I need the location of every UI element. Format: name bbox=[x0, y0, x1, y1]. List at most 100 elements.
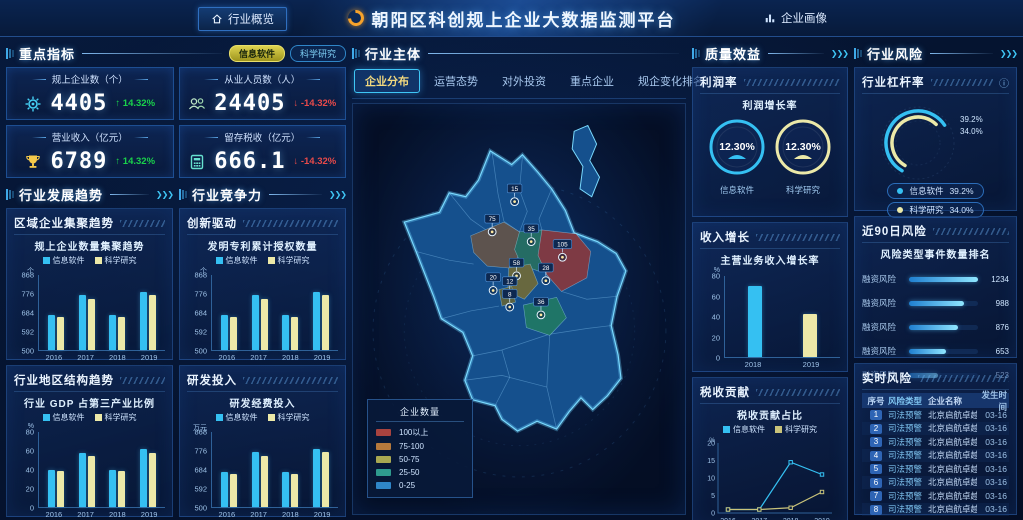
more-chevrons-icon[interactable]: ❯❯❯ bbox=[156, 190, 173, 199]
metric-filter-0[interactable]: 信息软件 bbox=[229, 45, 285, 62]
bar-group bbox=[221, 275, 237, 350]
table-row-4[interactable]: 5司法预警北京启航卓越科技有限公司03-16 bbox=[862, 462, 1009, 476]
chart-title: 税收贡献占比 bbox=[700, 407, 840, 422]
x-tick: 2017 bbox=[77, 353, 94, 362]
risk-type-label: 融资风险 bbox=[862, 321, 904, 333]
chart-plot-area bbox=[211, 275, 338, 351]
x-tick: 2018 bbox=[282, 353, 299, 362]
risk-count: 1234 bbox=[983, 275, 1009, 284]
tab-3[interactable]: 重点企业 bbox=[560, 70, 624, 92]
more-chevrons-icon[interactable]: ❯❯❯ bbox=[329, 190, 346, 199]
svg-text:8: 8 bbox=[508, 291, 512, 298]
chart-tax-share: 税收贡献占比信息软件科学研究20151050%2016201720182019 bbox=[700, 407, 840, 520]
panel-title: 区域企业集聚趋势 bbox=[14, 215, 114, 231]
stat-card-3[interactable]: 留存税收（亿元）666.1↓ -14.32% bbox=[179, 125, 347, 178]
bar-group bbox=[140, 432, 156, 507]
legend-label: 0-25 bbox=[399, 481, 415, 490]
legend-swatch bbox=[43, 257, 50, 264]
chart-title: 行业 GDP 占第三产业比例 bbox=[14, 395, 165, 410]
cell-time: 03-16 bbox=[977, 491, 1007, 501]
hatch-deco bbox=[931, 79, 994, 86]
legend-label: 科学研究 bbox=[909, 204, 943, 216]
cell-company-name: 北京启航卓越科技有限公司 bbox=[928, 476, 977, 488]
tab-0[interactable]: 企业分布 bbox=[354, 69, 420, 93]
more-chevrons-icon[interactable]: ❯❯❯ bbox=[1000, 49, 1017, 58]
cell-risk-type: 司法预警 bbox=[888, 463, 928, 475]
legend-dot bbox=[897, 207, 903, 213]
tab-2[interactable]: 对外投资 bbox=[492, 70, 556, 92]
gear-icon-wrap bbox=[24, 95, 42, 113]
map-legend-item-2: 50-75 bbox=[376, 455, 464, 464]
svg-text:5: 5 bbox=[711, 493, 715, 500]
info-icon[interactable]: ⓘ bbox=[999, 75, 1009, 90]
section-line bbox=[428, 53, 679, 54]
y-tick: 60 bbox=[26, 447, 34, 456]
legend-swatch bbox=[268, 414, 275, 421]
cell-risk-type: 司法预警 bbox=[888, 449, 928, 461]
table-row-6[interactable]: 7司法预警北京启航卓越科技有限公司03-16 bbox=[862, 489, 1009, 503]
map-legend-item-4: 0-25 bbox=[376, 481, 464, 490]
stat-card-value: 6789 bbox=[50, 149, 107, 174]
nav-industry-overview[interactable]: 行业概览 bbox=[198, 7, 287, 31]
legend-value: 34.0% bbox=[949, 205, 973, 215]
cell-risk-type: 司法预警 bbox=[888, 409, 928, 421]
col-type-header: 风险类型 bbox=[888, 395, 928, 407]
cell-seq: 3 bbox=[864, 436, 888, 447]
leverage-legend-item-0: 信息软件39.2% bbox=[887, 183, 983, 199]
section-competitiveness: 行业竞争力 ❯❯❯ bbox=[179, 183, 346, 205]
nav-enterprise-portrait[interactable]: 企业画像 bbox=[758, 7, 833, 29]
hatch-deco bbox=[918, 375, 1009, 382]
chart-x-labels: 2016201720182019 bbox=[38, 353, 165, 362]
table-row-7[interactable]: 8司法预警北京启航卓越科技有限公司03-16 bbox=[862, 503, 1009, 517]
table-row-3[interactable]: 4司法预警北京启航卓越科技有限公司03-16 bbox=[862, 449, 1009, 463]
svg-text:0: 0 bbox=[711, 511, 715, 518]
svg-text:105: 105 bbox=[557, 242, 568, 249]
chart-x-labels: 2016201720182019 bbox=[211, 510, 338, 519]
more-chevrons-icon[interactable]: ❯❯❯ bbox=[831, 49, 848, 58]
legend-item: 科学研究 bbox=[95, 412, 137, 423]
table-row-1[interactable]: 2司法预警北京启航卓越科技有限公司03-16 bbox=[862, 422, 1009, 436]
map-legend-item-1: 75-100 bbox=[376, 442, 464, 451]
bar-group bbox=[313, 275, 329, 350]
bar-group bbox=[748, 276, 762, 357]
cell-time: 03-16 bbox=[977, 437, 1007, 447]
profit-subtitle: 利润增长率 bbox=[700, 97, 840, 112]
legend-swatch bbox=[43, 414, 50, 421]
bar bbox=[88, 299, 95, 350]
x-tick: 2018 bbox=[282, 510, 299, 519]
section-title: 行业主体 bbox=[365, 44, 421, 63]
metric-filter-1[interactable]: 科学研究 bbox=[290, 45, 346, 62]
center-column: 行业主体 企业分布运营态势对外投资重点企业规企变化排名 bbox=[352, 42, 686, 515]
stat-card-1[interactable]: 从业人员数（人）24405↓ -14.32% bbox=[179, 67, 347, 120]
seq-badge: 4 bbox=[870, 451, 882, 461]
legend-swatch bbox=[216, 257, 223, 264]
risk-rank-row: 融资风险988 bbox=[862, 297, 1009, 309]
section-title: 质量效益 bbox=[705, 44, 761, 63]
section-industry-trend: 行业发展趋势 ❯❯❯ bbox=[6, 183, 173, 205]
stat-card-0[interactable]: 规上企业数（个）4405↑ 14.32% bbox=[6, 67, 174, 120]
x-tick: 2019 bbox=[141, 510, 158, 519]
stat-card-2[interactable]: 营业收入（亿元）6789↑ 14.32% bbox=[6, 125, 174, 178]
svg-text:58: 58 bbox=[513, 260, 521, 267]
svg-text:75: 75 bbox=[489, 216, 497, 223]
stat-card-label: 留存税收（亿元） bbox=[186, 130, 340, 144]
table-row-2[interactable]: 3司法预警北京启航卓越科技有限公司03-16 bbox=[862, 435, 1009, 449]
bar bbox=[313, 449, 320, 507]
left-column: 重点指标 信息软件科学研究 规上企业数（个）4405↑ 14.32%从业人员数（… bbox=[6, 42, 346, 515]
bar bbox=[140, 449, 147, 507]
tab-1[interactable]: 运营态势 bbox=[424, 70, 488, 92]
legend-label: 100以上 bbox=[399, 427, 428, 438]
chart-gdp-share: 行业 GDP 占第三产业比例信息软件科学研究%80604020020162017… bbox=[14, 395, 165, 519]
table-row-0[interactable]: 1司法预警北京启航卓越科技有限公司03-16 bbox=[862, 408, 1009, 422]
table-row-5[interactable]: 6司法预警北京启航卓越科技有限公司03-16 bbox=[862, 476, 1009, 490]
x-tick: 2018 bbox=[109, 353, 126, 362]
y-tick: 776 bbox=[21, 290, 34, 299]
bar bbox=[88, 456, 95, 507]
hatch-deco bbox=[756, 234, 840, 241]
map-legend-title: 企业数量 bbox=[376, 405, 464, 422]
header: 行业概览 朝阳区科创规上企业大数据监测平台 企业画像 bbox=[0, 0, 1023, 37]
section-title: 行业风险 bbox=[867, 44, 923, 63]
legend-swatch bbox=[268, 257, 275, 264]
donut-gauge: 12.30% bbox=[772, 116, 834, 178]
bar-group bbox=[282, 432, 298, 507]
